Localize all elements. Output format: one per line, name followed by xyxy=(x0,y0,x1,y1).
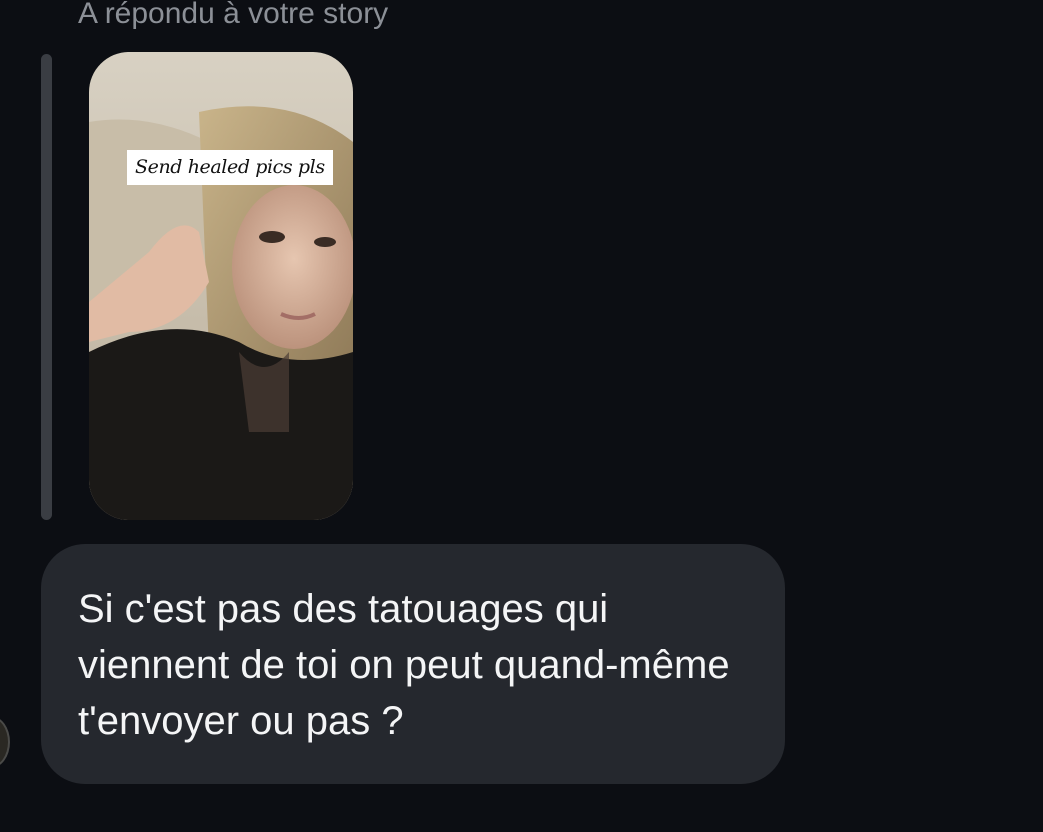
story-caption: Send healed pics pls xyxy=(127,150,333,185)
story-thumbnail[interactable]: Send healed pics pls xyxy=(89,52,353,520)
message-text: Si c'est pas des tatouages qui viennent … xyxy=(78,587,730,743)
reply-quote-bar xyxy=(41,54,52,520)
story-photo-icon xyxy=(89,52,353,520)
dm-conversation: A répondu à votre story Send healed pics… xyxy=(0,0,1043,832)
message-bubble[interactable]: Si c'est pas des tatouages qui viennent … xyxy=(41,544,785,784)
story-reply-label: A répondu à votre story xyxy=(78,0,389,30)
sender-avatar[interactable] xyxy=(0,716,10,768)
